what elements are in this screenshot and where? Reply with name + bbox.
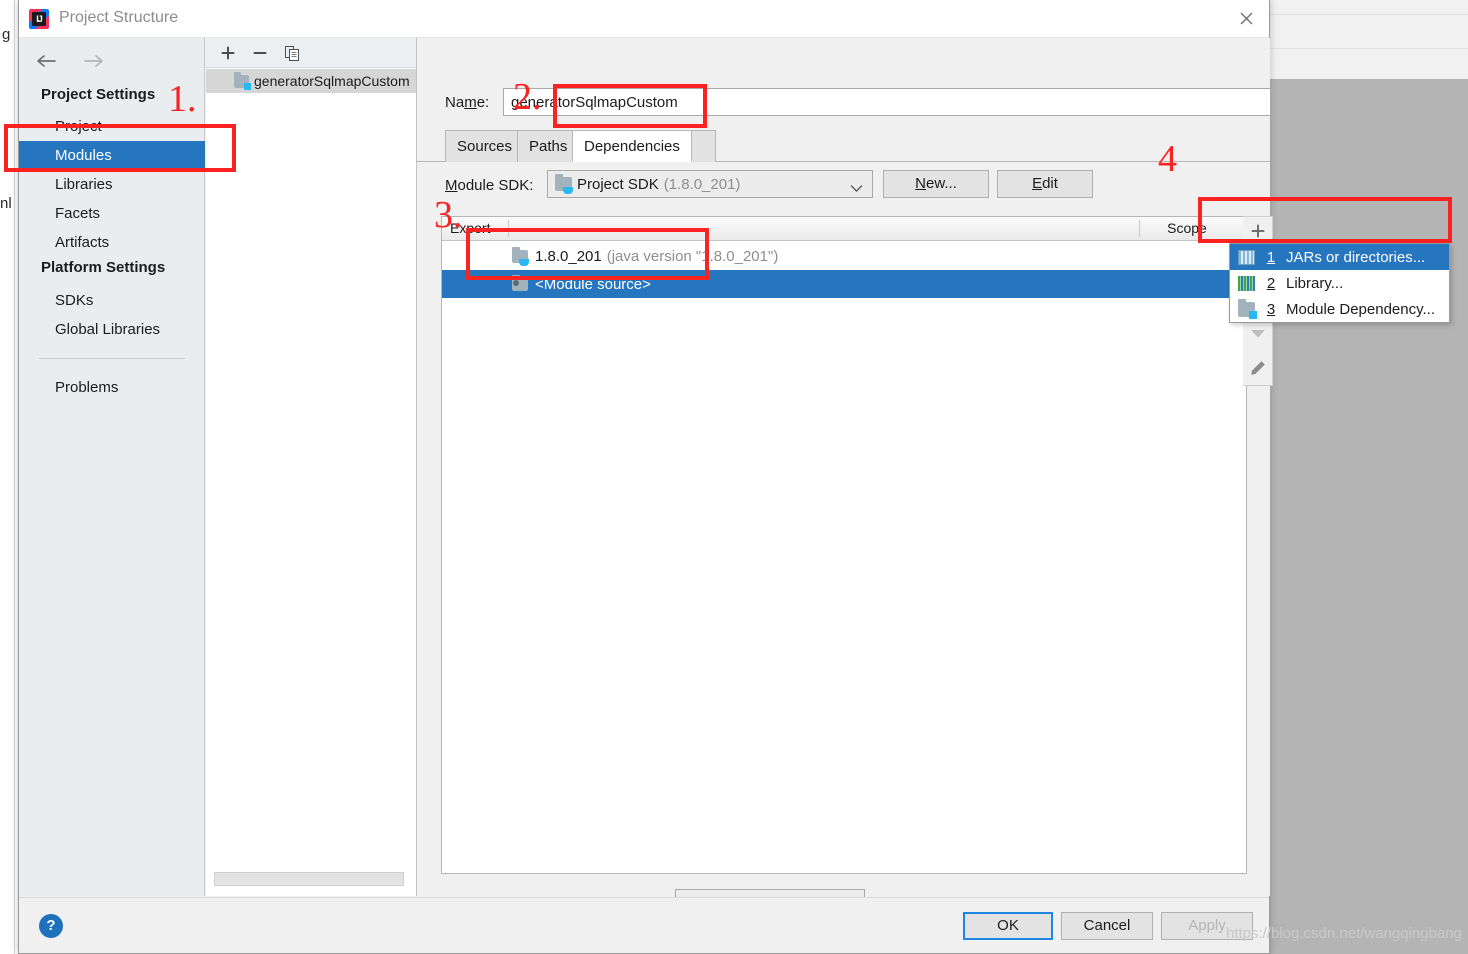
menu-item-jars-or-directories[interactable]: 1 JARs or directories... bbox=[1230, 244, 1449, 270]
background-row-divider bbox=[1268, 48, 1468, 49]
module-editor-tabs: Sources Paths Dependencies bbox=[417, 130, 1270, 162]
table-header-row: Export Scope bbox=[442, 217, 1246, 241]
tab-dependencies[interactable]: Dependencies bbox=[572, 130, 692, 162]
add-dependency-button[interactable] bbox=[1245, 218, 1271, 244]
sidebar-item-facets[interactable]: Facets bbox=[19, 199, 205, 228]
watermark: https://blog.csdn.net/wangqingbang bbox=[1225, 925, 1462, 942]
tab-sources[interactable]: Sources bbox=[445, 130, 525, 162]
modules-list-panel: generatorSqlmapCustom bbox=[206, 38, 416, 896]
copy-icon[interactable] bbox=[280, 42, 304, 64]
sidebar-item-libraries[interactable]: Libraries bbox=[19, 170, 205, 199]
dialog-titlebar: IJ Project Structure bbox=[19, 0, 1269, 38]
list-item[interactable]: generatorSqlmapCustom bbox=[206, 69, 416, 93]
name-label: Name: bbox=[445, 94, 490, 111]
arrow-left-icon[interactable] bbox=[33, 48, 59, 74]
project-structure-dialog: IJ Project Structure Project Settings Pr… bbox=[18, 0, 1450, 954]
column-header-scope[interactable]: Scope bbox=[1142, 217, 1232, 240]
arrow-right-icon[interactable] bbox=[81, 48, 107, 74]
sidebar-item-artifacts[interactable]: Artifacts bbox=[19, 228, 205, 257]
ok-button[interactable]: OK bbox=[963, 912, 1053, 940]
module-source-icon bbox=[512, 274, 528, 291]
sidebar-group-project-settings: Project Settings bbox=[41, 86, 156, 103]
minus-icon[interactable] bbox=[248, 42, 272, 64]
module-name: generatorSqlmapCustom bbox=[254, 73, 410, 89]
chevron-down-icon bbox=[850, 180, 863, 198]
menu-item-label: Library... bbox=[1286, 274, 1344, 292]
menu-item-label: JARs or directories... bbox=[1286, 248, 1426, 266]
menu-item-label: Module Dependency... bbox=[1286, 300, 1435, 318]
module-sdk-select[interactable]: Project SDK (1.8.0_201) bbox=[547, 170, 873, 198]
menu-item-library[interactable]: 2 Library... bbox=[1230, 270, 1449, 296]
dependency-name: <Module source> bbox=[535, 275, 651, 293]
dialog-footer: ? OK Cancel Apply bbox=[19, 897, 1269, 953]
column-divider[interactable] bbox=[508, 220, 509, 237]
menu-item-module-dependency[interactable]: 3 Module Dependency... bbox=[1230, 296, 1449, 322]
add-dependency-menu: 1 JARs or directories... 2 Library... 3 … bbox=[1229, 243, 1450, 323]
dialog-title: Project Structure bbox=[59, 9, 179, 26]
background-text-fragment: nl bbox=[0, 195, 12, 212]
table-row[interactable]: <Module source> bbox=[442, 270, 1246, 298]
pencil-icon[interactable] bbox=[1245, 355, 1271, 381]
background-row-divider bbox=[1268, 14, 1468, 15]
module-sdk-value: Project SDK bbox=[577, 175, 659, 193]
help-button[interactable]: ? bbox=[39, 914, 63, 938]
intellij-idea-icon: IJ bbox=[29, 9, 49, 29]
menu-item-number: 1 bbox=[1266, 248, 1276, 266]
sidebar-divider bbox=[39, 358, 185, 359]
plus-icon[interactable] bbox=[216, 42, 240, 64]
modules-toolbar bbox=[206, 38, 416, 68]
sidebar-item-modules[interactable]: Modules bbox=[19, 141, 205, 170]
jdk-icon bbox=[512, 246, 529, 266]
new-sdk-button[interactable]: New... bbox=[883, 170, 989, 198]
background-divider bbox=[14, 0, 15, 954]
table-row[interactable]: 1.8.0_201 (java version "1.8.0_201") bbox=[442, 242, 1246, 270]
move-down-button[interactable] bbox=[1245, 321, 1271, 347]
module-sdk-version: (1.8.0_201) bbox=[663, 175, 741, 193]
module-dependency-icon bbox=[1238, 298, 1257, 319]
settings-sidebar: Project Settings Project Modules Librari… bbox=[19, 38, 205, 896]
dependencies-table: Export Scope 1.8.0_201 (java version "1.… bbox=[441, 216, 1247, 874]
jars-icon bbox=[1238, 249, 1255, 265]
edit-sdk-button[interactable]: Edit bbox=[997, 170, 1093, 198]
dependency-name: 1.8.0_201 bbox=[535, 247, 602, 265]
sidebar-group-platform-settings: Platform Settings bbox=[41, 259, 166, 276]
close-icon[interactable] bbox=[1223, 0, 1269, 37]
menu-item-number: 3 bbox=[1266, 300, 1276, 318]
dependency-detail: (java version "1.8.0_201") bbox=[606, 247, 779, 265]
sidebar-item-sdks[interactable]: SDKs bbox=[19, 286, 205, 315]
menu-item-number: 2 bbox=[1266, 274, 1276, 292]
background-text-fragment: g bbox=[2, 26, 11, 43]
library-icon bbox=[1238, 275, 1255, 291]
cancel-button[interactable]: Cancel bbox=[1061, 912, 1153, 940]
modules-horizontal-scrollbar[interactable] bbox=[214, 872, 404, 886]
column-header-export[interactable]: Export bbox=[446, 217, 508, 240]
column-divider[interactable] bbox=[1139, 220, 1140, 237]
jdk-icon bbox=[555, 174, 573, 194]
sidebar-item-project[interactable]: Project bbox=[19, 112, 205, 141]
background-gray-area bbox=[1268, 79, 1468, 954]
module-editor-panel: Name: Sources Paths Dependencies Module … bbox=[417, 38, 1450, 917]
sidebar-item-problems[interactable]: Problems bbox=[19, 373, 205, 402]
module-icon bbox=[234, 71, 251, 90]
sidebar-item-global-libraries[interactable]: Global Libraries bbox=[19, 315, 205, 344]
module-name-input[interactable] bbox=[503, 88, 1271, 116]
tab-paths[interactable]: Paths bbox=[517, 130, 580, 162]
module-sdk-label: Module SDK: bbox=[445, 177, 534, 194]
